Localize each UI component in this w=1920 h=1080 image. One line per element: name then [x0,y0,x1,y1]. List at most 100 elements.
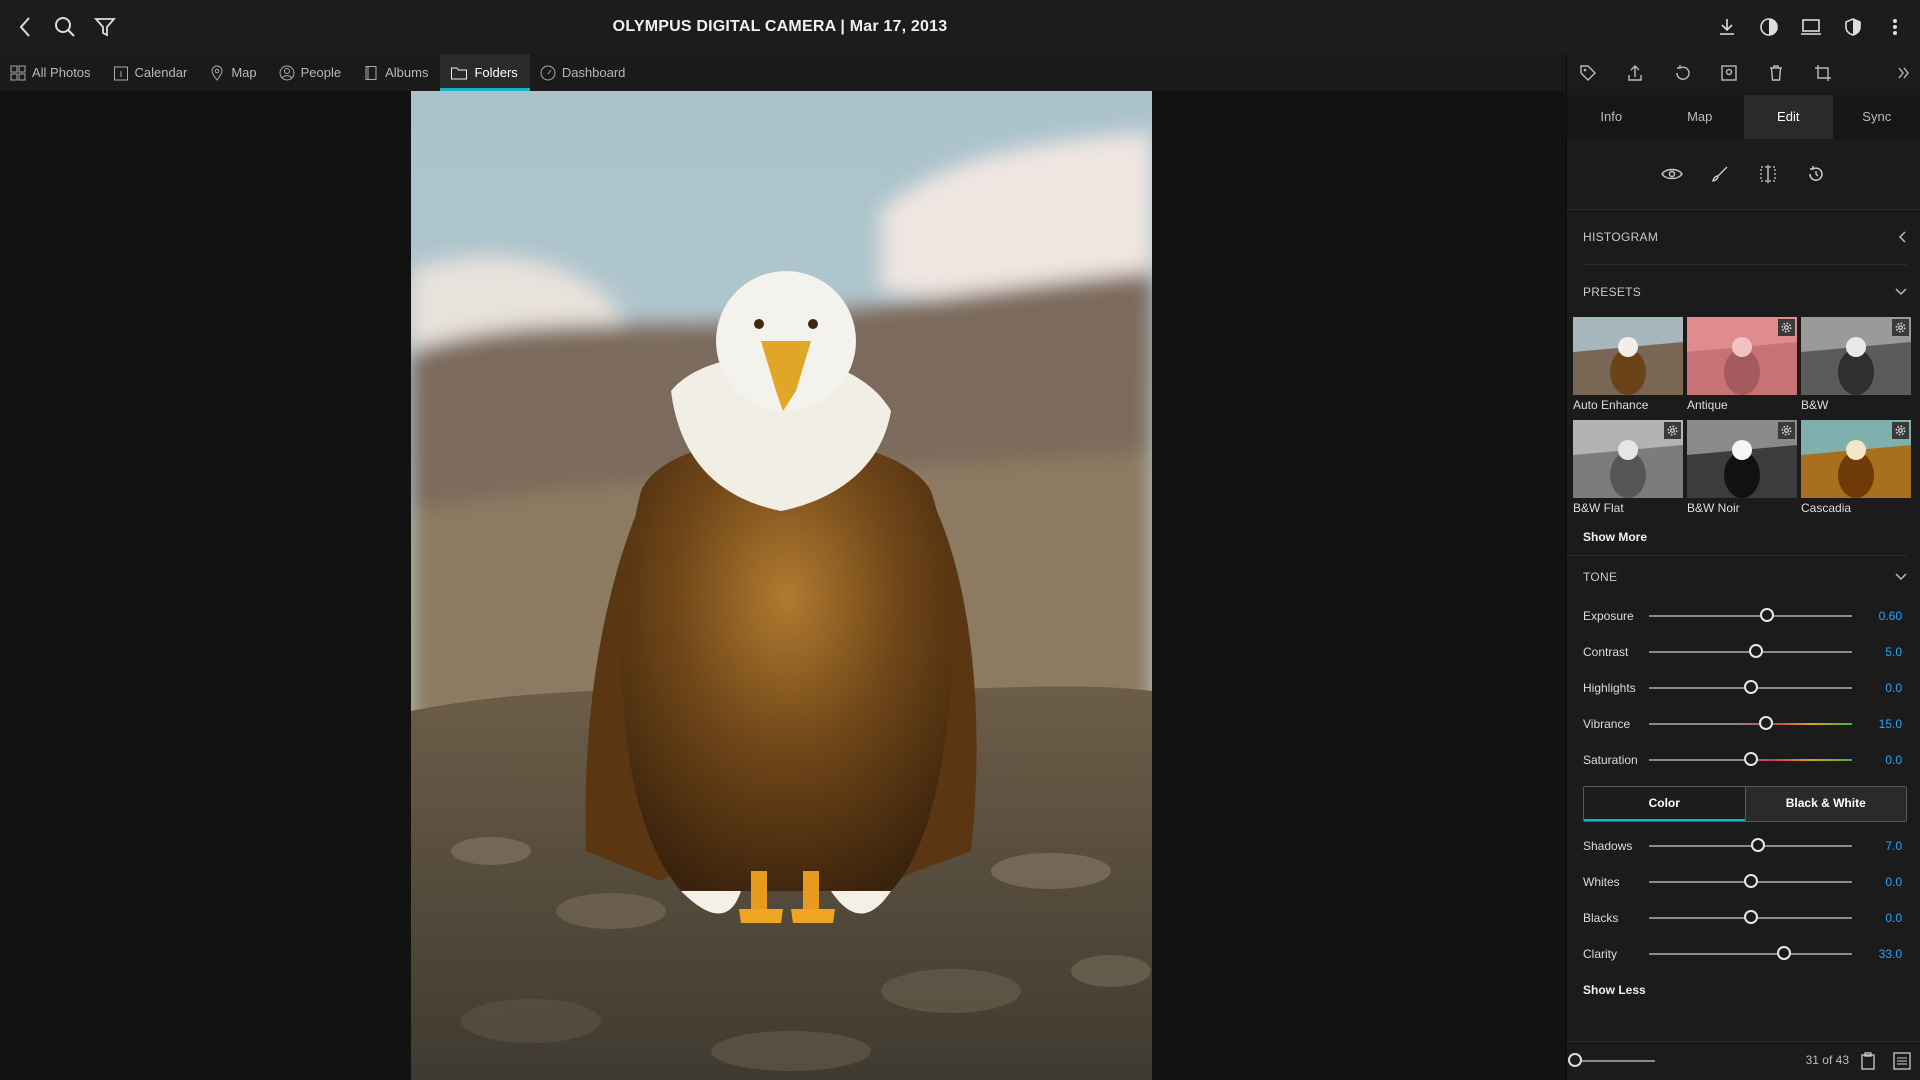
slider-label: Contrast [1583,645,1629,659]
slider-value[interactable]: 5.0 [1852,645,1902,659]
calendar-icon [113,66,128,80]
vibrance-slider-track[interactable] [1649,716,1852,730]
blacks-slider-track[interactable] [1649,910,1852,924]
share-icon[interactable] [1622,60,1648,86]
contrast-slider-track[interactable] [1649,644,1852,658]
clarity-slider-track[interactable] [1649,946,1852,960]
map-pin-icon [211,65,223,81]
nav-map[interactable]: Map [199,54,268,91]
nav-label: Dashboard [561,65,626,80]
slider-value[interactable]: 0.60 [1852,609,1902,623]
vibrance-slider-knob[interactable] [1758,716,1773,730]
preset-label: Cascadia [1801,501,1852,515]
preset-antique[interactable]: Antique [1687,317,1797,412]
slider-highlights: Highlights 0.0 [1567,670,1920,706]
tab-sync[interactable]: Sync [1833,95,1920,139]
preset-label: B&W [1801,398,1829,412]
color-mode-button[interactable]: Color [1584,787,1745,821]
shadows-slider-track[interactable] [1649,838,1852,852]
slider-value[interactable]: 0.0 [1852,875,1902,889]
gear-icon[interactable] [1778,422,1795,439]
slider-value[interactable]: 0.0 [1852,911,1902,925]
preset-bw-flat[interactable]: B&W Flat [1573,420,1683,515]
slider-label: Blacks [1583,911,1619,925]
laptop-icon[interactable] [1798,14,1824,40]
edit-tools [1567,139,1920,210]
gear-icon[interactable] [1892,422,1909,439]
more-vertical-icon[interactable] [1882,14,1908,40]
download-icon[interactable] [1714,14,1740,40]
shield-icon[interactable] [1840,14,1866,40]
gear-icon[interactable] [1664,422,1681,439]
face-detect-icon[interactable] [1716,60,1742,86]
saturation-slider-track[interactable] [1649,752,1852,766]
photo-counter: 31 of 43 [1805,1053,1849,1067]
eye-icon[interactable] [1659,161,1685,187]
photo-viewer[interactable] [0,91,1566,1080]
show-more-link[interactable]: Show More [1567,519,1907,556]
nav-label: Calendar [134,65,188,80]
clipboard-icon[interactable] [1855,1048,1881,1074]
exposure-slider-track[interactable] [1649,608,1852,622]
clarity-slider-knob[interactable] [1776,946,1791,960]
gear-icon[interactable] [1778,319,1795,336]
nav-all-photos[interactable]: All Photos [0,54,103,91]
nav-calendar[interactable]: Calendar [103,54,200,91]
nav-dashboard[interactable]: Dashboard [530,54,638,91]
histogram-header[interactable]: HISTOGRAM [1583,210,1907,265]
nav-albums[interactable]: Albums [353,54,440,91]
slider-blacks: Blacks 0.0 [1567,900,1920,936]
tag-icon[interactable] [1575,60,1601,86]
crop-icon[interactable] [1810,60,1836,86]
slider-label: Shadows [1583,839,1633,853]
main-photo[interactable] [411,91,1152,1080]
slider-value[interactable]: 0.0 [1852,681,1902,695]
list-icon[interactable] [1889,1048,1915,1074]
slider-value[interactable]: 7.0 [1852,839,1902,853]
preset-bw[interactable]: B&W [1801,317,1911,412]
expand-panel-icon[interactable] [1891,60,1917,86]
black-white-mode-button[interactable]: Black & White [1744,787,1906,821]
gear-icon[interactable] [1892,319,1909,336]
slider-value[interactable]: 0.0 [1852,753,1902,767]
album-icon [365,65,377,80]
nav-folders[interactable]: Folders [440,54,531,91]
whites-slider-knob[interactable] [1743,874,1758,888]
preset-bw-noir[interactable]: B&W Noir [1687,420,1797,515]
shadows-slider-knob[interactable] [1750,838,1765,852]
highlights-slider-knob[interactable] [1743,680,1758,694]
nav-label: Albums [385,65,429,80]
nav-label: Folders [474,65,518,80]
preset-cascadia[interactable]: Cascadia [1801,420,1911,515]
reset-history-icon[interactable] [1803,161,1829,187]
slider-label: Saturation [1583,753,1638,767]
tone-header[interactable]: TONE [1583,556,1907,598]
exposure-slider-knob[interactable] [1759,608,1774,622]
tab-map[interactable]: Map [1656,95,1745,139]
rotate-icon[interactable] [1669,60,1695,86]
zoom-slider-knob[interactable] [1568,1053,1582,1067]
trash-icon[interactable] [1763,60,1789,86]
zoom-slider[interactable] [1568,1053,1655,1067]
preset-auto-enhance[interactable]: Auto Enhance [1573,317,1683,412]
color-mode-toggle: Color Black & White [1583,786,1907,822]
slider-label: Vibrance [1583,717,1631,731]
contrast-slider-knob[interactable] [1748,644,1763,658]
brush-icon[interactable] [1707,161,1733,187]
blacks-slider-knob[interactable] [1743,910,1758,924]
compare-icon[interactable] [1755,161,1781,187]
tab-info[interactable]: Info [1567,95,1656,139]
show-less-link[interactable]: Show Less [1567,972,1920,1008]
saturation-slider-knob[interactable] [1743,752,1758,766]
whites-slider-track[interactable] [1649,874,1852,888]
panel-tabs: Info Map Edit Sync [1567,95,1920,139]
nav-label: Map [231,65,257,80]
slider-value[interactable]: 33.0 [1852,947,1902,961]
slider-value[interactable]: 15.0 [1852,717,1902,731]
highlights-slider-track[interactable] [1649,680,1852,694]
tab-edit[interactable]: Edit [1744,95,1833,139]
contrast-icon[interactable] [1756,14,1782,40]
folder-icon [451,67,468,79]
person-icon [279,65,295,80]
nav-people[interactable]: People [269,54,353,91]
